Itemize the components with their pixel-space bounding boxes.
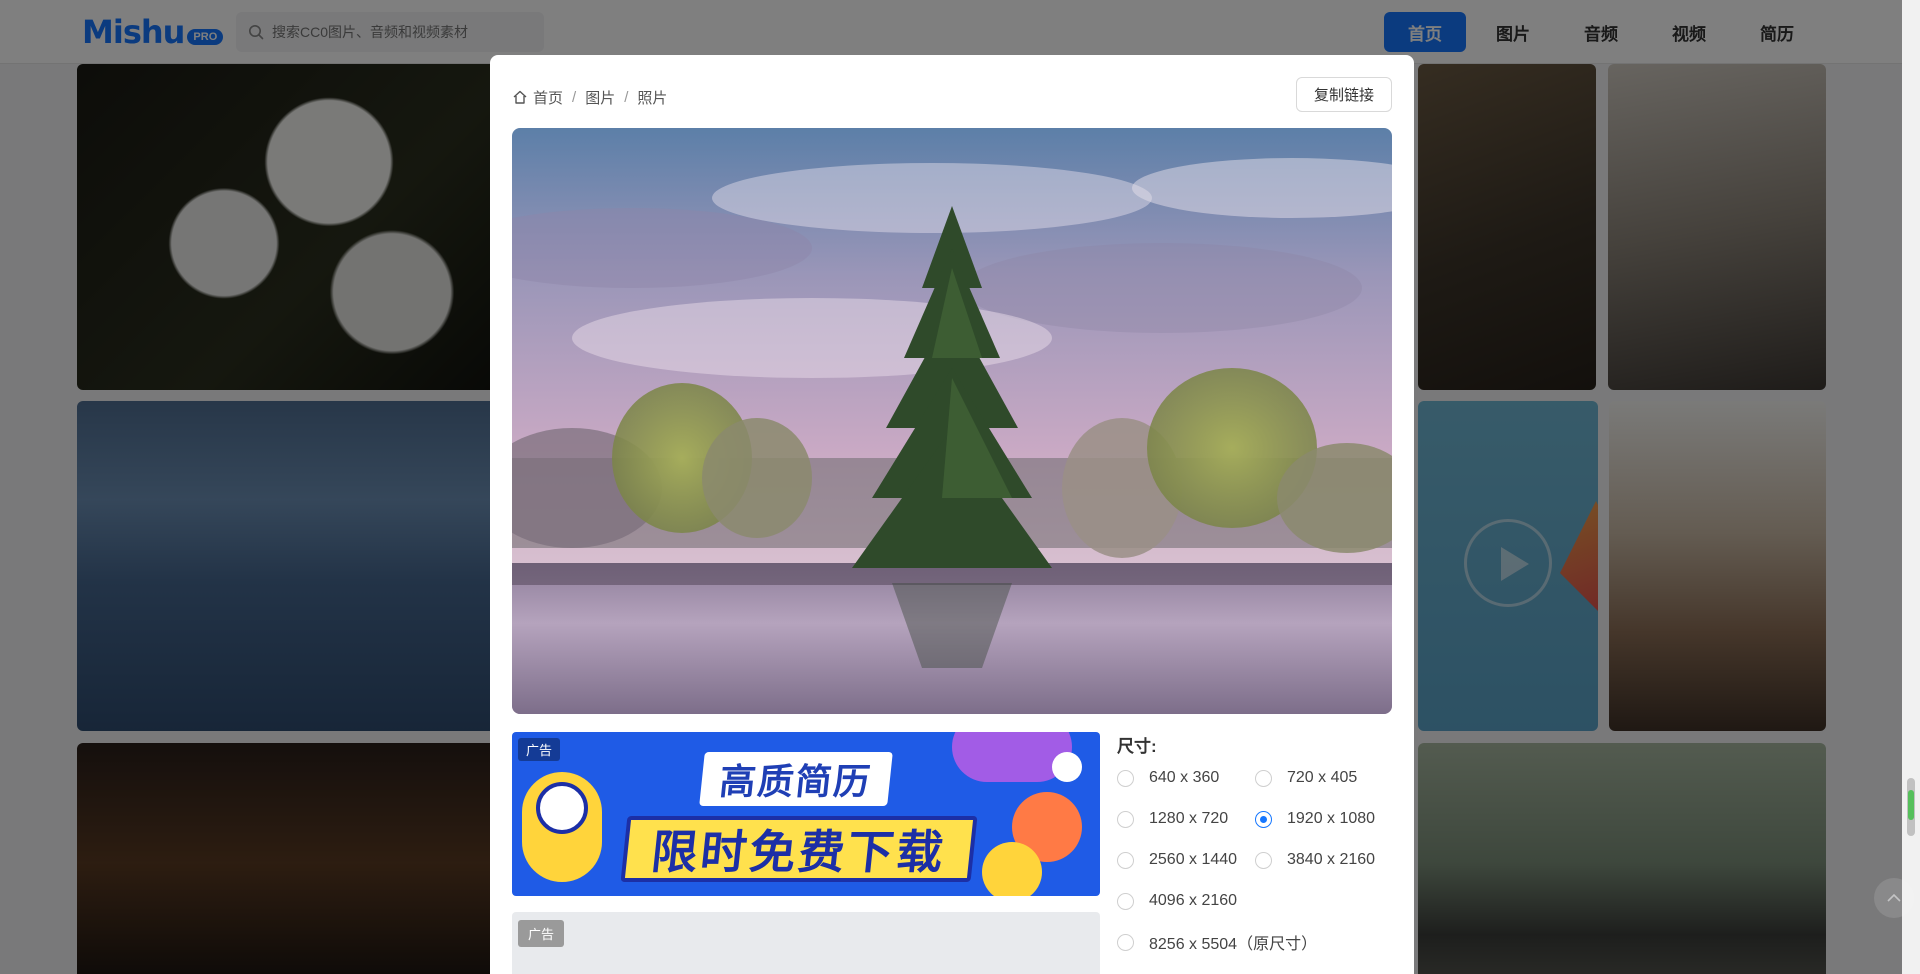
radio-button[interactable]: [1117, 810, 1134, 828]
size-label: 3840 x 2160: [1287, 851, 1376, 868]
size-option[interactable]: 2560 x 1440: [1117, 848, 1255, 872]
size-label: 720 x 405: [1287, 769, 1358, 786]
breadcrumb-photos[interactable]: 照片: [637, 87, 667, 108]
ad-subheadline: 限时免费下载: [620, 816, 978, 882]
radio-button[interactable]: [1117, 851, 1134, 869]
size-label: 8256 x 5504（原尺寸）: [1149, 936, 1318, 953]
size-option-selected[interactable]: 1920 x 1080: [1255, 807, 1393, 831]
breadcrumb: 首页 / 图片 / 照片: [512, 85, 667, 109]
ad-label: 广告: [518, 920, 565, 947]
ad-headline: 高质简历: [699, 752, 893, 806]
main-photo: [512, 128, 1392, 714]
size-option[interactable]: 3840 x 2160: [1255, 848, 1393, 872]
size-label: 2560 x 1440: [1149, 851, 1238, 868]
size-option[interactable]: 640 x 360: [1117, 766, 1255, 790]
radio-button[interactable]: [1255, 769, 1272, 787]
chevron-up-icon: [1887, 893, 1901, 902]
breadcrumb-home[interactable]: 首页: [533, 87, 563, 108]
radio-button-checked[interactable]: [1255, 810, 1272, 828]
ad-label: 广告: [518, 738, 561, 761]
size-label: 1280 x 720: [1149, 810, 1229, 827]
size-label: 1920 x 1080: [1287, 810, 1376, 827]
radio-button[interactable]: [1117, 933, 1134, 951]
breadcrumb-separator: /: [624, 88, 629, 106]
radio-button[interactable]: [1117, 892, 1134, 910]
home-icon: [513, 90, 527, 104]
ad-banner-resume[interactable]: 广告 高质简历 限时免费下载: [512, 732, 1100, 896]
radio-button[interactable]: [1255, 851, 1272, 869]
size-label: 4096 x 2160: [1149, 892, 1238, 909]
copy-link-button[interactable]: 复制链接: [1296, 77, 1392, 112]
back-to-top-button[interactable]: [1874, 878, 1914, 918]
size-option-original[interactable]: 8256 x 5504（原尺寸）: [1117, 930, 1393, 954]
image-detail-modal: 首页 / 图片 / 照片 复制链接 广告 高质简历 限时免费下载 广告 尺寸: …: [490, 55, 1414, 974]
size-option[interactable]: 4096 x 2160: [1117, 889, 1393, 913]
ad-slot[interactable]: 广告: [512, 912, 1100, 974]
radio-button[interactable]: [1117, 769, 1134, 787]
size-label: 640 x 360: [1149, 769, 1220, 786]
size-selector: 尺寸: 640 x 360 720 x 405 1280 x 720 1920 …: [1117, 732, 1397, 954]
breadcrumb-separator: /: [572, 88, 577, 106]
size-option[interactable]: 1280 x 720: [1117, 807, 1255, 831]
page-scrollbar[interactable]: [1902, 0, 1920, 974]
breadcrumb-images[interactable]: 图片: [585, 87, 615, 108]
size-options: 640 x 360 720 x 405 1280 x 720 1920 x 10…: [1117, 766, 1397, 954]
size-title: 尺寸:: [1117, 737, 1157, 756]
size-option[interactable]: 720 x 405: [1255, 766, 1393, 790]
scrollbar-thumb[interactable]: [1907, 778, 1915, 836]
